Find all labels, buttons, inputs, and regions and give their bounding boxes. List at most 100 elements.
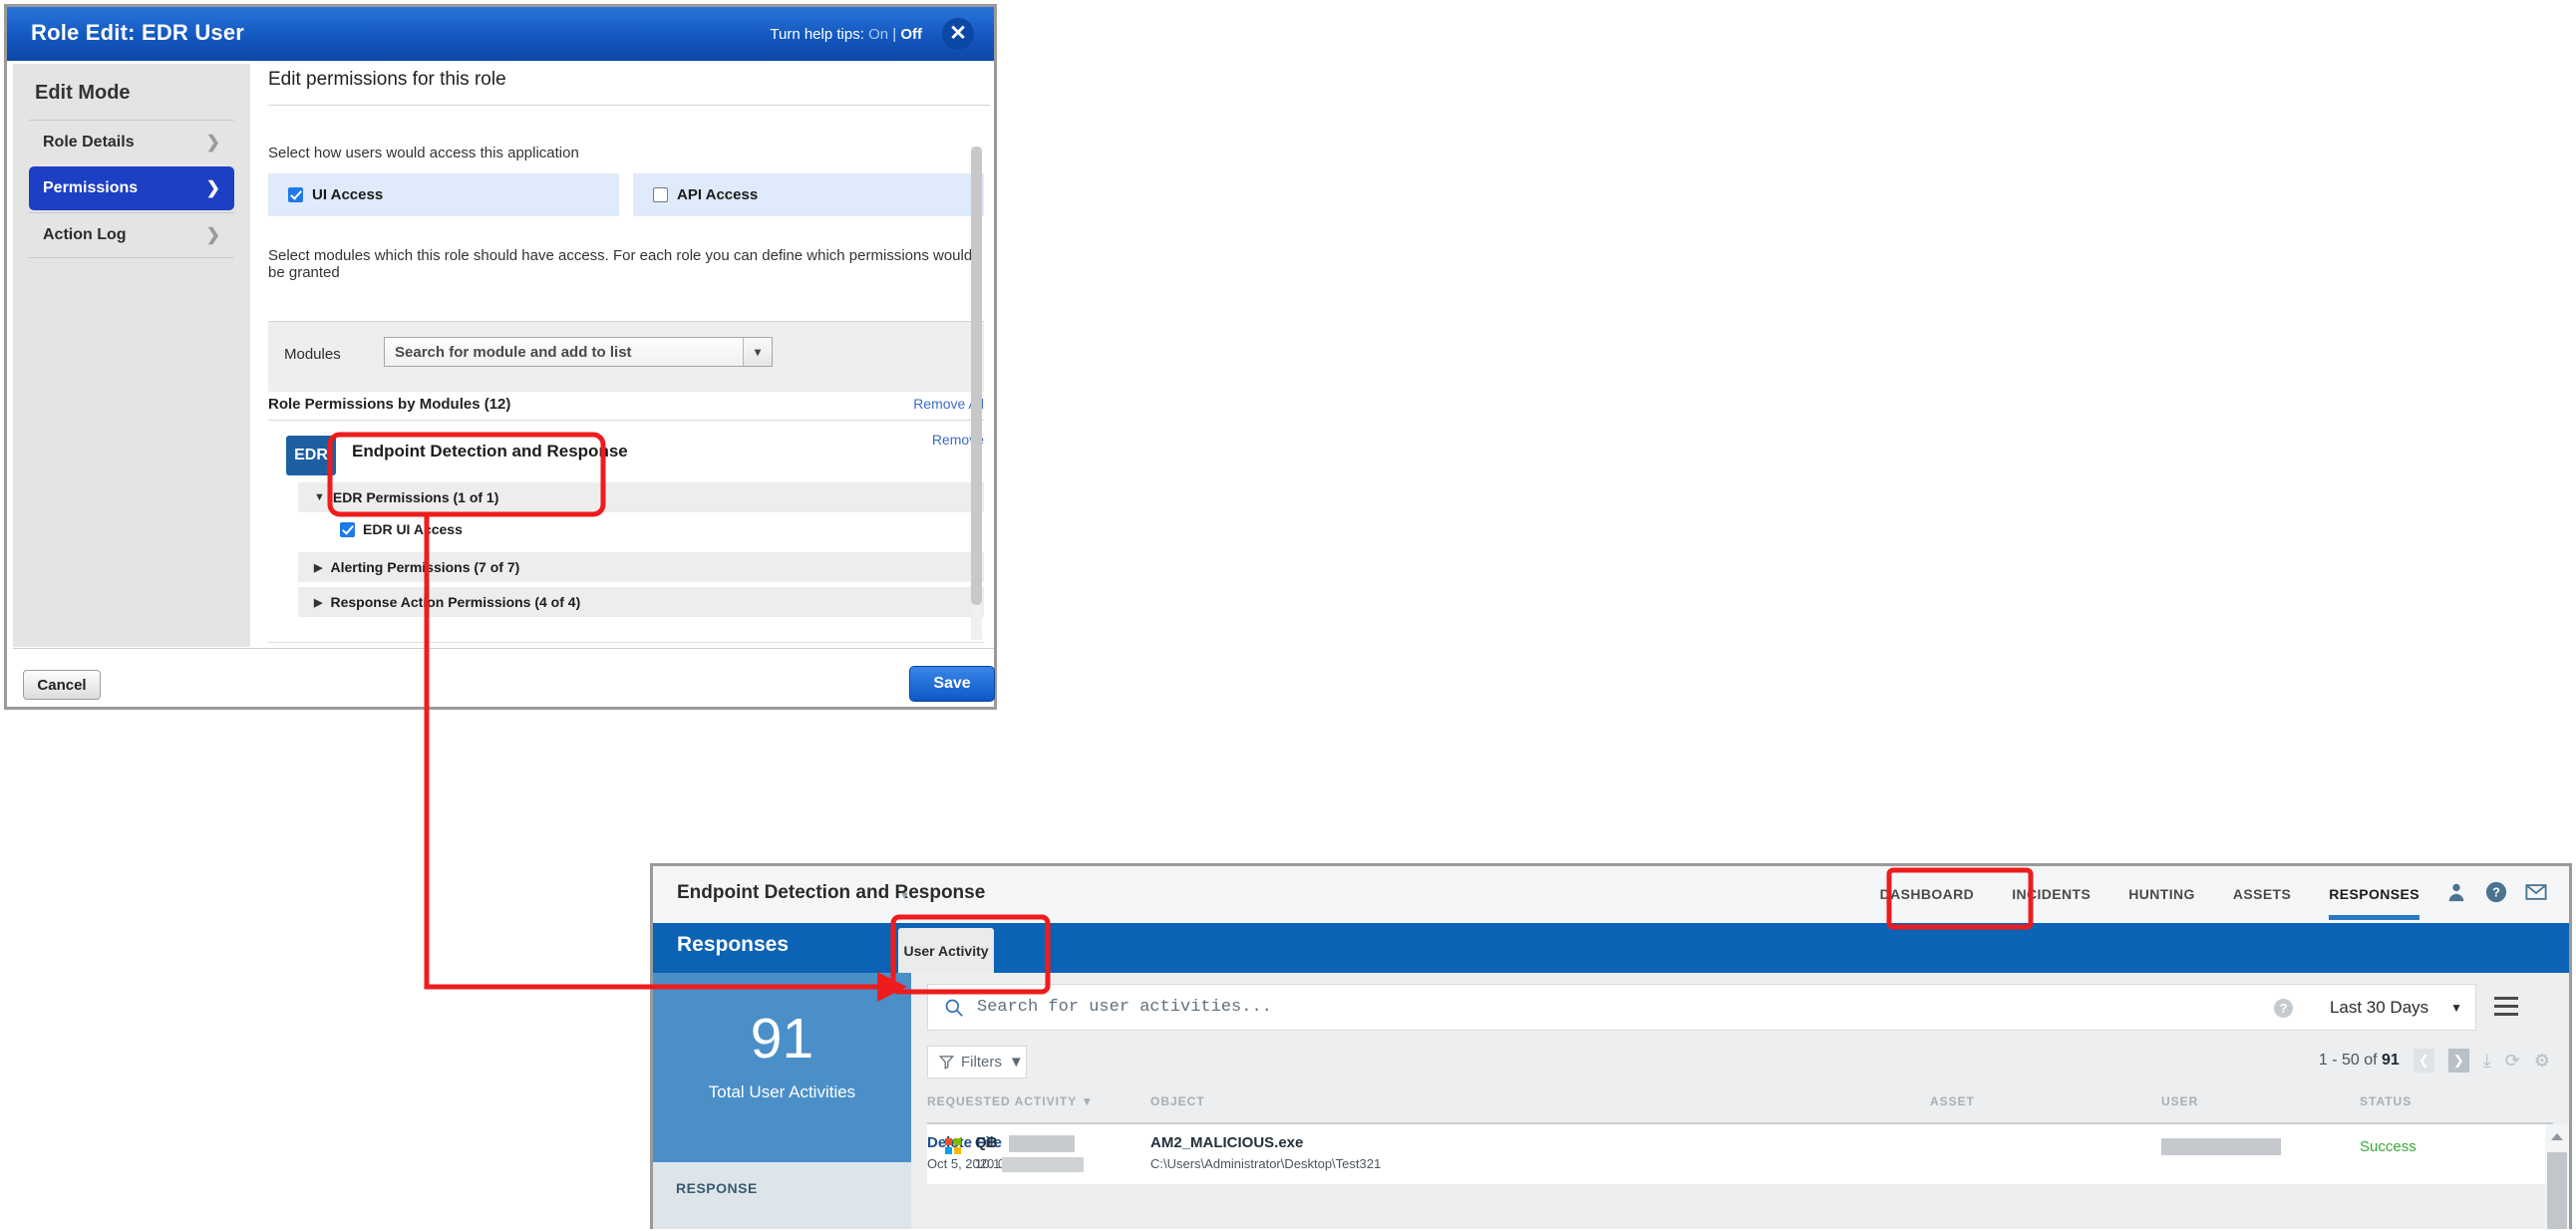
search-icon bbox=[945, 999, 963, 1017]
permission-group-edr[interactable]: ▼ EDR Permissions (1 of 1) bbox=[298, 482, 984, 512]
edr-page-header: Responses User Activity bbox=[653, 923, 2569, 973]
column-header-asset[interactable]: ASSET bbox=[1930, 1094, 1975, 1108]
sidebar-item-action-log[interactable]: Action Log ❯ bbox=[29, 212, 234, 256]
edr-ui-access-checkbox[interactable] bbox=[340, 521, 355, 537]
chevron-down-icon[interactable]: ▾ bbox=[743, 338, 772, 366]
column-header-requested-activity[interactable]: REQUESTED ACTIVITY ▼ bbox=[927, 1094, 1094, 1108]
help-circle-icon[interactable]: ? bbox=[2274, 999, 2293, 1018]
ui-access-label: UI Access bbox=[312, 186, 384, 203]
cell-asset: QB bbox=[975, 1134, 998, 1151]
cell-object: AM2_MALICIOUS.exe bbox=[1150, 1134, 1304, 1151]
column-header-status[interactable]: STATUS bbox=[2360, 1094, 2412, 1108]
sidebar-item-permissions[interactable]: Permissions ❯ bbox=[29, 166, 234, 210]
tab-user-activity[interactable]: User Activity bbox=[898, 928, 994, 973]
gear-icon[interactable]: ⚙ bbox=[2534, 1051, 2550, 1072]
table-header-row: REQUESTED ACTIVITY ▼ OBJECT ASSET USER S… bbox=[927, 1090, 2553, 1124]
help-tips-off[interactable]: Off bbox=[900, 26, 922, 43]
divider bbox=[268, 420, 984, 421]
cell-asset-ip-redacted bbox=[1002, 1157, 1084, 1172]
edr-header-icons: ? bbox=[2445, 881, 2547, 903]
hamburger-icon[interactable] bbox=[2494, 997, 2518, 1021]
chevron-right-icon: ❯ bbox=[205, 133, 220, 152]
column-header-user[interactable]: USER bbox=[2161, 1094, 2198, 1108]
windows-icon bbox=[945, 1138, 962, 1155]
access-prompt: Select how users would access this appli… bbox=[268, 145, 579, 161]
scrollbar-thumb[interactable] bbox=[971, 147, 982, 605]
api-access-checkbox[interactable] bbox=[653, 187, 668, 202]
help-tips-separator: | bbox=[892, 26, 897, 43]
save-button[interactable]: Save bbox=[909, 666, 995, 702]
nav-responses[interactable]: RESPONSES bbox=[2329, 886, 2419, 920]
table-scrollbar[interactable] bbox=[2545, 1124, 2569, 1229]
role-edit-titlebar: Role Edit: EDR User Turn help tips: On |… bbox=[7, 7, 994, 61]
chevron-down-icon: ▼ bbox=[2450, 1000, 2463, 1015]
user-icon[interactable] bbox=[2445, 881, 2467, 903]
table-row[interactable]: Delete File Oct 5, 2020 02:42 PM AM2_MAL… bbox=[927, 1124, 2553, 1184]
scrollbar-thumb[interactable] bbox=[2547, 1152, 2567, 1229]
caret-down-icon: ▼ bbox=[1008, 1054, 1024, 1071]
role-edit-window: Role Edit: EDR User Turn help tips: On |… bbox=[4, 4, 997, 710]
edr-main-panel: Search for user activities... ? Last 30 … bbox=[911, 973, 2569, 1229]
ui-access-checkbox[interactable] bbox=[288, 187, 303, 202]
permission-group-label: Alerting Permissions (7 of 7) bbox=[330, 559, 520, 575]
modules-panel: Modules Search for module and add to lis… bbox=[268, 321, 984, 392]
cell-object-path: C:\Users\Administrator\Desktop\Test321 bbox=[1150, 1156, 1382, 1171]
cell-user-redacted bbox=[2161, 1138, 2281, 1155]
api-access-option[interactable]: API Access bbox=[633, 173, 984, 216]
refresh-icon[interactable]: ⟳ bbox=[2505, 1051, 2520, 1072]
caret-down-icon: ▼ bbox=[314, 491, 325, 503]
cell-asset-ip: 10.1 bbox=[975, 1156, 1001, 1171]
next-page-button[interactable]: ❯ bbox=[2447, 1049, 2469, 1073]
nav-hunting[interactable]: HUNTING bbox=[2128, 886, 2195, 904]
mail-icon[interactable] bbox=[2525, 881, 2547, 903]
cell-asset-redacted bbox=[1009, 1135, 1075, 1152]
pagination-range: 1 - 50 of 91 bbox=[2319, 1052, 2400, 1070]
edr-top-bar: Endpoint Detection and Response ▼ DASHBO… bbox=[653, 866, 2569, 924]
chevron-right-icon: ❯ bbox=[205, 178, 220, 197]
sidebar-item-role-details[interactable]: Role Details ❯ bbox=[29, 121, 234, 164]
stat-value: 91 bbox=[750, 1007, 814, 1071]
sort-caret-icon: ▼ bbox=[1081, 1094, 1095, 1108]
permission-label: EDR UI Access bbox=[363, 521, 463, 537]
permissions-content: Edit permissions for this role Select ho… bbox=[268, 69, 990, 643]
edr-application-window: Endpoint Detection and Response ▼ DASHBO… bbox=[650, 863, 2572, 1229]
sidebar-heading: Edit Mode bbox=[35, 82, 131, 104]
download-icon[interactable]: ⤓ bbox=[2483, 1051, 2491, 1072]
pagination-range-prefix: 1 - 50 of bbox=[2318, 1052, 2378, 1069]
column-header-object[interactable]: OBJECT bbox=[1150, 1094, 1205, 1108]
app-switcher-caret-icon[interactable]: ▼ bbox=[899, 890, 910, 902]
column-label: REQUESTED ACTIVITY bbox=[927, 1094, 1078, 1108]
edr-main-nav: DASHBOARD INCIDENTS HUNTING ASSETS RESPO… bbox=[1842, 866, 2419, 923]
nav-incidents[interactable]: INCIDENTS bbox=[2012, 886, 2091, 904]
module-search-select[interactable]: Search for module and add to list ▾ bbox=[384, 337, 773, 367]
role-edit-title: Role Edit: EDR User bbox=[31, 20, 245, 45]
cancel-button[interactable]: Cancel bbox=[23, 670, 101, 700]
api-access-label: API Access bbox=[677, 186, 759, 203]
date-range-select[interactable]: Last 30 Days ▼ bbox=[2317, 984, 2476, 1031]
module-name: Endpoint Detection and Response bbox=[352, 442, 628, 461]
nav-assets[interactable]: ASSETS bbox=[2233, 886, 2291, 904]
filters-button[interactable]: Filters ▼ bbox=[927, 1046, 1027, 1078]
search-input[interactable]: Search for user activities... bbox=[927, 984, 2318, 1031]
permission-edr-ui-access[interactable]: EDR UI Access bbox=[298, 512, 984, 546]
modules-prompt: Select modules which this role should ha… bbox=[268, 247, 973, 281]
search-placeholder: Search for user activities... bbox=[977, 998, 1272, 1017]
permission-group-response-action[interactable]: ▶ Response Action Permissions (4 of 4) bbox=[298, 587, 984, 617]
svg-text:?: ? bbox=[2492, 885, 2500, 900]
ui-access-option[interactable]: UI Access bbox=[268, 173, 619, 216]
prev-page-button[interactable]: ❮ bbox=[2413, 1049, 2434, 1073]
help-icon[interactable]: ? bbox=[2485, 881, 2507, 903]
role-permissions-title: Role Permissions by Modules (12) bbox=[268, 396, 511, 413]
date-range-value: Last 30 Days bbox=[2329, 997, 2429, 1017]
caret-right-icon: ▶ bbox=[314, 596, 323, 609]
permission-group-alerting[interactable]: ▶ Alerting Permissions (7 of 7) bbox=[298, 552, 984, 582]
chevron-right-icon: ❯ bbox=[205, 224, 220, 244]
sidebar-item-label: Action Log bbox=[43, 225, 127, 243]
permissions-scrollbar[interactable] bbox=[971, 147, 982, 640]
modules-label: Modules bbox=[284, 346, 341, 363]
close-icon[interactable]: ✕ bbox=[942, 18, 974, 50]
help-tips-on[interactable]: On bbox=[868, 26, 888, 43]
nav-dashboard[interactable]: DASHBOARD bbox=[1880, 886, 1975, 904]
help-tips-label: Turn help tips: bbox=[770, 26, 864, 43]
scroll-up-icon[interactable] bbox=[2551, 1133, 2563, 1140]
